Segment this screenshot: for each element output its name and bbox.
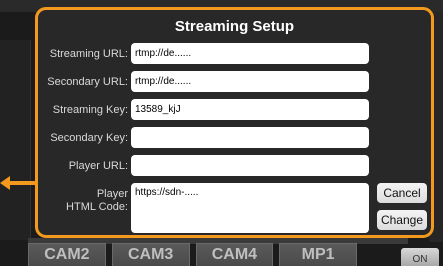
mp1-button[interactable]: MP1 (279, 243, 357, 266)
player-url-label: Player URL: (68, 160, 128, 172)
player-html-label-line2: HTML Code: (66, 201, 128, 213)
secondary-key-field[interactable] (131, 127, 369, 148)
streaming-url-label: Streaming URL: (49, 48, 128, 60)
streaming-url-field[interactable]: rtmp://de...... (131, 43, 369, 64)
change-button[interactable]: Change (377, 210, 427, 230)
cam4-button[interactable]: CAM4 (195, 243, 274, 266)
secondary-url-field[interactable]: rtmp://de...... (131, 71, 369, 92)
cancel-button[interactable]: Cancel (377, 183, 427, 203)
secondary-url-label: Secondary URL: (47, 76, 128, 88)
on-button[interactable]: ON (401, 248, 439, 266)
cam2-button[interactable]: CAM2 (28, 243, 106, 266)
streaming-key-label: Streaming Key: (52, 104, 128, 116)
camera-selector-row: CAM2 CAM3 CAM4 MP1 (28, 243, 363, 266)
arrow-head-icon (0, 176, 10, 190)
streaming-setup-dialog: Streaming Setup Streaming URL: rtmp://de… (35, 7, 434, 238)
cam3-button[interactable]: CAM3 (111, 243, 190, 266)
left-panel (0, 40, 31, 240)
secondary-key-label: Secondary Key: (50, 132, 128, 144)
player-html-code-field[interactable]: https://sdn-..... (131, 183, 369, 233)
player-url-field[interactable] (131, 155, 369, 176)
dialog-title: Streaming Setup (174, 18, 295, 35)
arrow-icon (6, 181, 38, 185)
streaming-key-field[interactable]: 13589_kjJ (131, 99, 369, 120)
player-html-label-line1: Player (96, 188, 128, 200)
